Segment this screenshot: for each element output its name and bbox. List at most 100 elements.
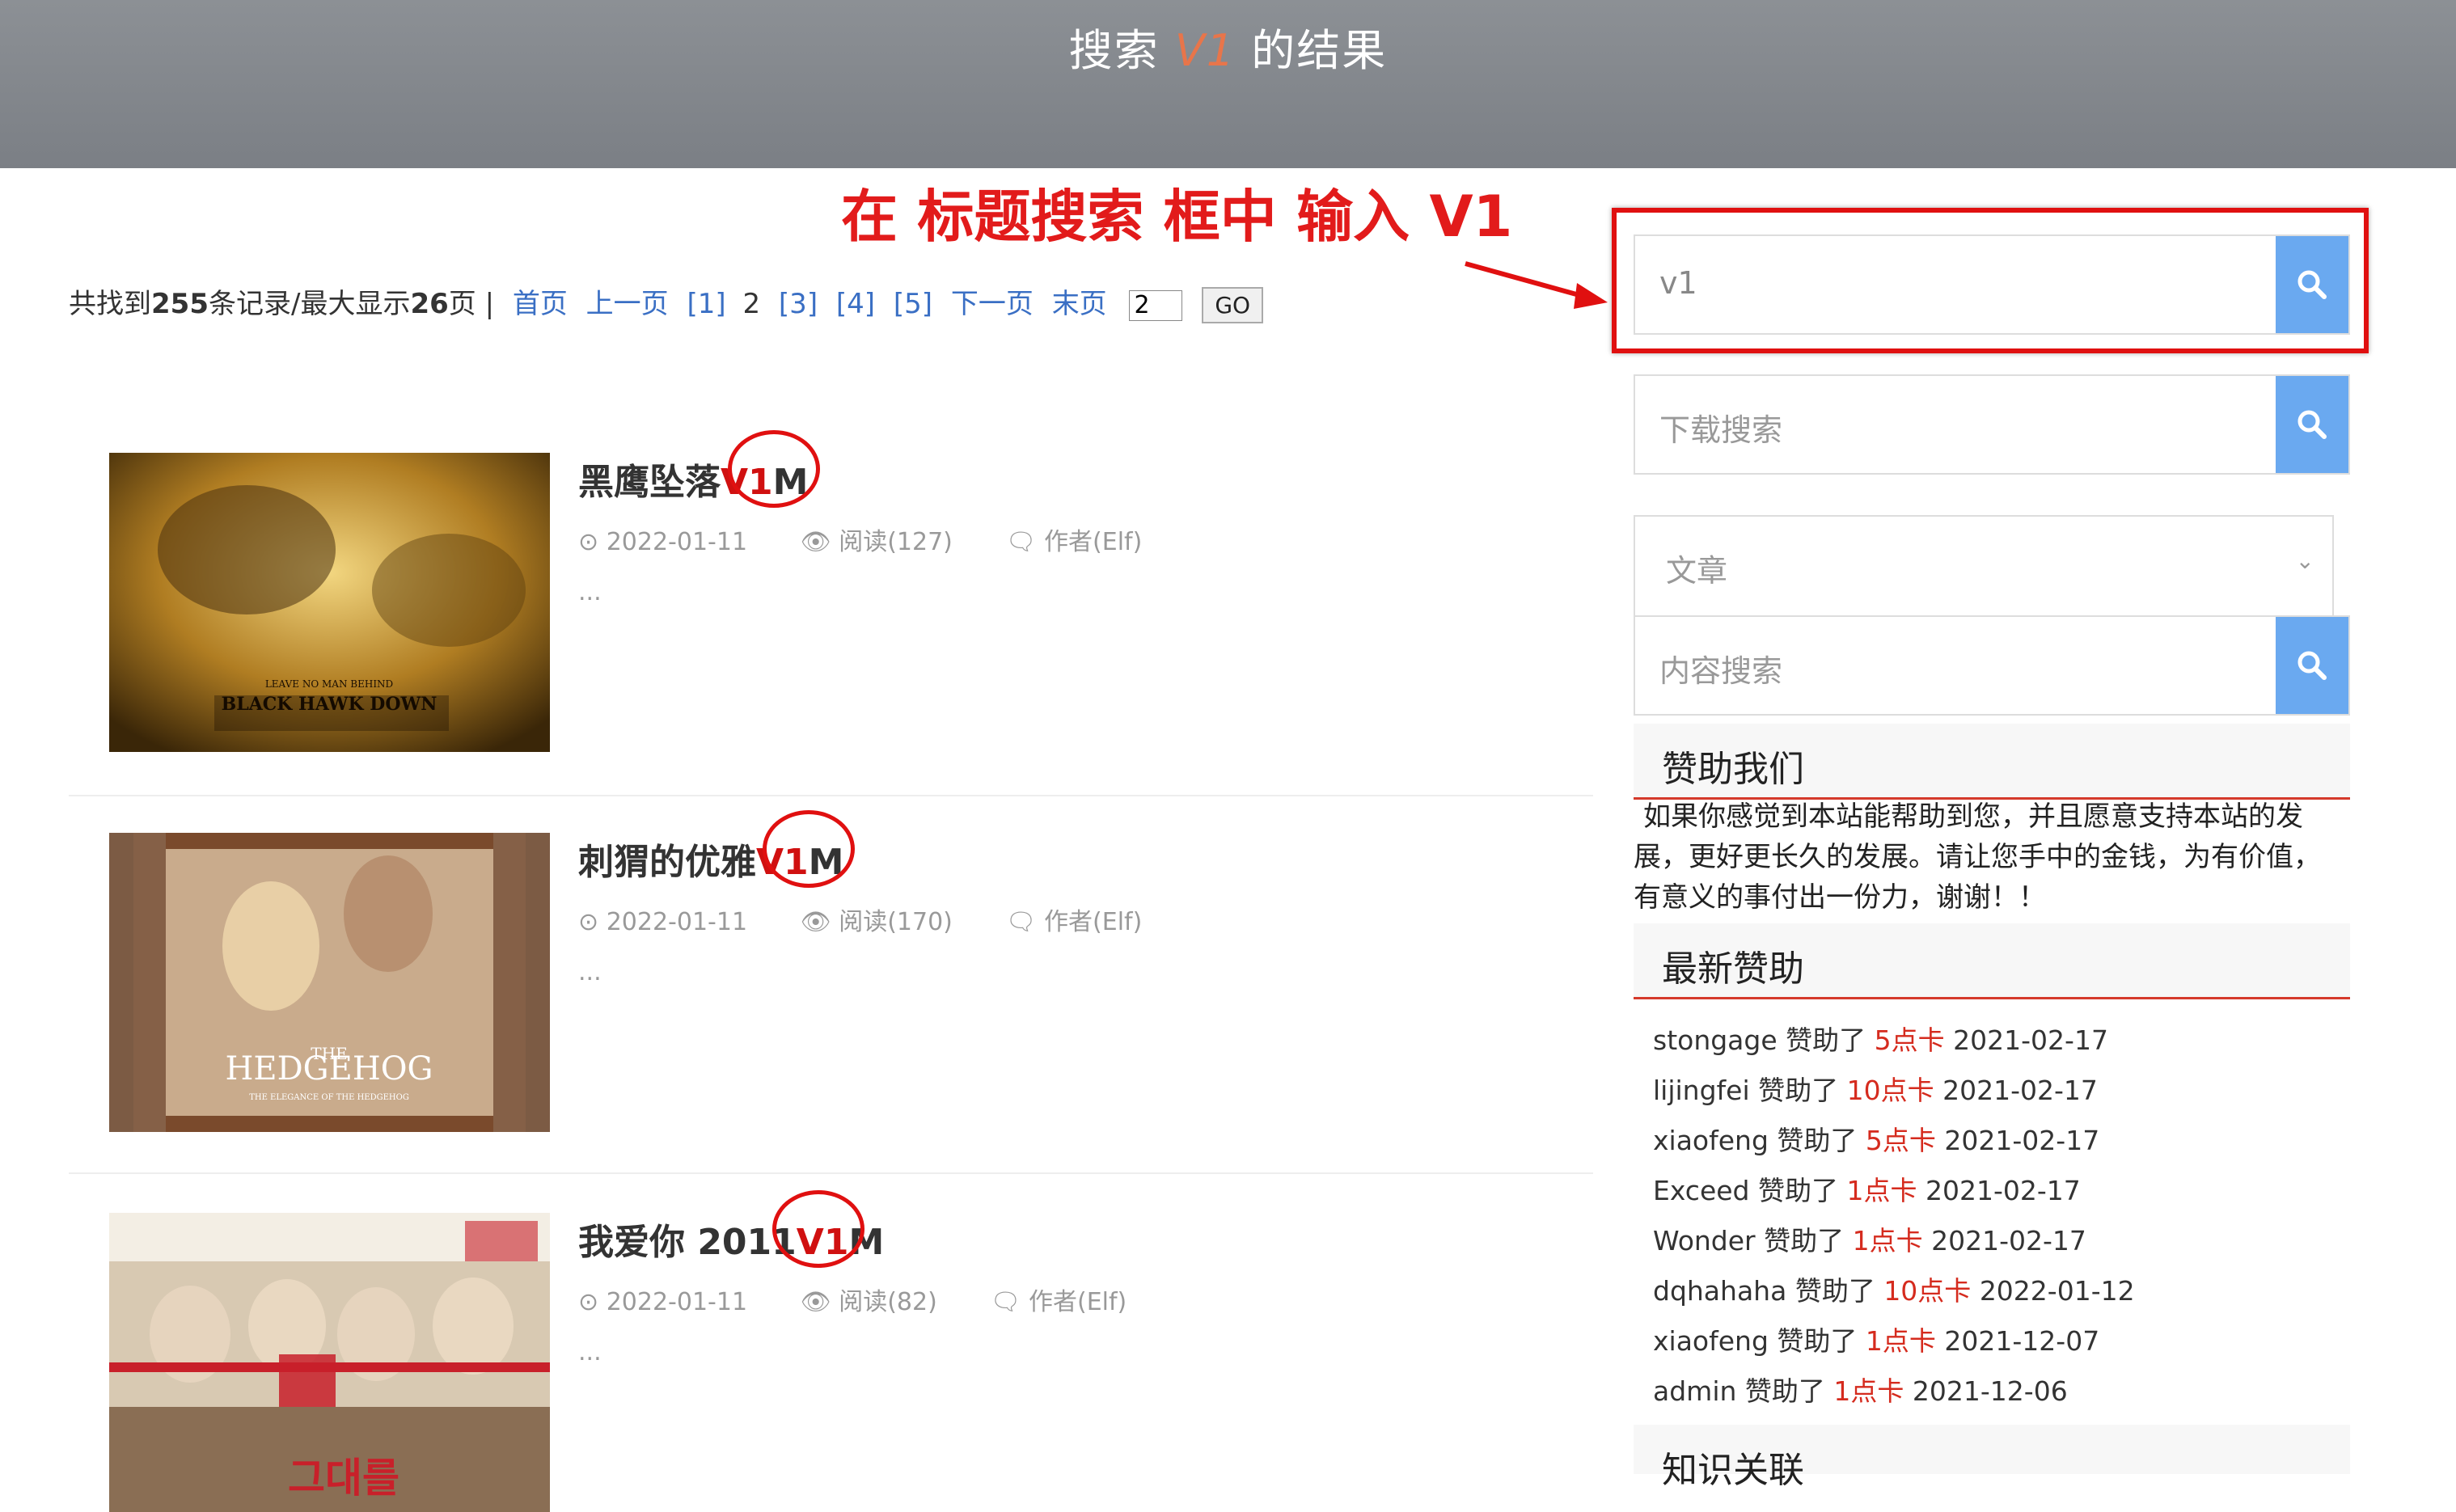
donor-name: xiaofeng	[1653, 1125, 1769, 1156]
author-meta: 🗨 作者(Elf)	[990, 1288, 1127, 1316]
donor-name: xiaofeng	[1653, 1325, 1769, 1357]
donation-verb: 赞助了	[1777, 1325, 1858, 1357]
date-meta: ⊙ 2022-01-11	[578, 528, 748, 556]
donation-date: 2021-12-07	[1944, 1325, 2100, 1357]
list-item: dqhahaha 赞助了 10点卡 2022-01-12	[1653, 1269, 2135, 1320]
donation-amount: 1点卡	[1852, 1225, 1923, 1256]
current-page: 2	[742, 288, 761, 320]
content-search-input[interactable]: 内容搜索	[1659, 646, 1782, 691]
article-author: 作者(Elf)	[1044, 908, 1143, 936]
annotation-circle	[728, 430, 820, 508]
poster-subtitle: THE ELEGANCE OF THE HEDGEHOG	[249, 1093, 409, 1102]
article-title-text: 刺猬的优雅	[578, 842, 756, 883]
sponsor-heading: 赞助我们	[1634, 724, 2350, 800]
knowledge-title: 知识关联	[1662, 1450, 1804, 1491]
page-link-5[interactable]: [5]	[894, 288, 932, 320]
donation-amount: 10点卡	[1846, 1075, 1934, 1106]
donation-list: stongage 赞助了 5点卡 2021-02-17 lijingfei 赞助…	[1653, 1019, 2135, 1420]
download-search-input[interactable]: 下载搜索	[1659, 405, 1782, 450]
page-header: 搜索 V1 的结果	[0, 0, 2456, 168]
search-icon	[2297, 651, 2327, 680]
page-link-4[interactable]: [4]	[836, 288, 875, 320]
views-meta: 👁 阅读(127)	[800, 528, 953, 556]
search-icon	[2297, 410, 2327, 439]
article-date: 2022-01-11	[606, 1288, 748, 1316]
next-page-link[interactable]: 下一页	[951, 288, 1034, 320]
list-item: lijingfei 赞助了 10点卡 2021-02-17	[1653, 1069, 2135, 1119]
article-date: 2022-01-11	[606, 908, 748, 936]
poster-tagline: LEAVE NO MAN BEHIND	[265, 678, 393, 690]
poster-title: 그대를	[288, 1455, 399, 1501]
prev-page-link[interactable]: 上一页	[586, 288, 669, 320]
donation-verb: 赞助了	[1786, 1024, 1866, 1056]
title-search-box: v1	[1634, 234, 2350, 335]
list-item: Exceed 赞助了 1点卡 2021-02-17	[1653, 1169, 2135, 1219]
last-page-link[interactable]: 末页	[1052, 288, 1107, 320]
list-item: admin 赞助了 1点卡 2021-12-06	[1653, 1370, 2135, 1420]
donor-name: Wonder	[1653, 1225, 1756, 1256]
pager-found-label: 共找到	[69, 288, 151, 320]
views-meta: 👁 阅读(170)	[800, 908, 953, 936]
list-item: stongage 赞助了 5点卡 2021-02-17	[1653, 1019, 2135, 1069]
download-search-box: 下载搜索	[1634, 374, 2350, 475]
pager-suffix-label: 页 |	[448, 288, 495, 320]
title-search-input[interactable]: v1	[1659, 265, 1697, 301]
page-link-1[interactable]: [1]	[687, 288, 725, 320]
article-author: 作者(Elf)	[1044, 528, 1143, 556]
article-thumbnail[interactable]: 그대를	[109, 1213, 550, 1512]
latest-sponsor-heading: 最新赞助	[1634, 923, 2350, 999]
title-keyword: V1	[1174, 25, 1236, 76]
sponsor-title: 赞助我们	[1662, 749, 1804, 790]
donation-verb: 赞助了	[1764, 1225, 1845, 1256]
content-type-select[interactable]: 文章 ⌄	[1634, 515, 2334, 615]
first-page-link[interactable]: 首页	[513, 288, 568, 320]
article-excerpt: ...	[578, 578, 602, 606]
page-jump-input[interactable]	[1128, 289, 1182, 321]
date-meta: ⊙ 2022-01-11	[578, 1288, 748, 1316]
donation-verb: 赞助了	[1744, 1375, 1825, 1407]
donation-verb: 赞助了	[1794, 1275, 1875, 1307]
annotation-circle	[763, 810, 855, 888]
content-search-button[interactable]	[2276, 617, 2348, 714]
title-prefix: 搜索	[1068, 25, 1175, 76]
author-meta: 🗨 作者(Elf)	[1005, 908, 1143, 936]
article-meta: ⊙ 2022-01-11 👁 阅读(170) 🗨 作者(Elf)	[578, 902, 1187, 937]
poster-title: HEDGEHOG	[226, 1050, 433, 1088]
total-pages: 26	[410, 288, 449, 320]
go-button[interactable]: GO	[1202, 287, 1264, 323]
donor-name: lijingfei	[1653, 1075, 1750, 1106]
article-author: 作者(Elf)	[1028, 1288, 1127, 1316]
article-thumbnail[interactable]: THE HEDGEHOG THE ELEGANCE OF THE HEDGEHO…	[109, 833, 550, 1132]
donation-date: 2021-02-17	[1944, 1125, 2100, 1156]
donor-name: stongage	[1653, 1024, 1778, 1056]
divider	[69, 1172, 1593, 1174]
article-title-text: 黑鹰坠落	[578, 462, 721, 503]
author-meta: 🗨 作者(Elf)	[1005, 528, 1143, 556]
title-search-button[interactable]	[2276, 236, 2348, 333]
donation-date: 2021-02-17	[1953, 1024, 2108, 1056]
annotation-arrow-icon	[1465, 261, 1608, 309]
page-link-3[interactable]: [3]	[779, 288, 818, 320]
donation-verb: 赞助了	[1758, 1175, 1838, 1206]
content-search-box: 内容搜索	[1634, 615, 2350, 716]
donation-amount: 1点卡	[1846, 1175, 1917, 1206]
article-meta: ⊙ 2022-01-11 👁 阅读(127) 🗨 作者(Elf)	[578, 522, 1187, 557]
article-title-text: 我爱你 2011	[578, 1222, 797, 1263]
article-thumbnail[interactable]: LEAVE NO MAN BEHIND BLACK HAWK DOWN	[109, 453, 550, 752]
download-search-button[interactable]	[2276, 376, 2348, 473]
donation-date: 2021-02-17	[1925, 1175, 2081, 1206]
article-views: 阅读(82)	[839, 1288, 937, 1316]
latest-sponsor-title: 最新赞助	[1662, 948, 1804, 990]
donation-date: 2021-02-17	[1931, 1225, 2086, 1256]
donation-verb: 赞助了	[1758, 1075, 1839, 1106]
date-meta: ⊙ 2022-01-11	[578, 908, 748, 936]
article-date: 2022-01-11	[606, 528, 748, 556]
donor-name: dqhahaha	[1653, 1275, 1787, 1307]
article-views: 阅读(127)	[839, 528, 953, 556]
pagination: 共找到255条记录/最大显示26页 | 首页 上一页 [1] 2 [3] [4]…	[69, 281, 1264, 323]
list-item: xiaofeng 赞助了 5点卡 2021-02-17	[1653, 1119, 2135, 1169]
annotation-instruction: 在 标题搜索 框中 输入 V1	[841, 184, 1513, 250]
donation-verb: 赞助了	[1777, 1125, 1858, 1156]
donation-date: 2021-12-06	[1912, 1375, 2068, 1407]
donor-name: admin	[1653, 1375, 1737, 1407]
